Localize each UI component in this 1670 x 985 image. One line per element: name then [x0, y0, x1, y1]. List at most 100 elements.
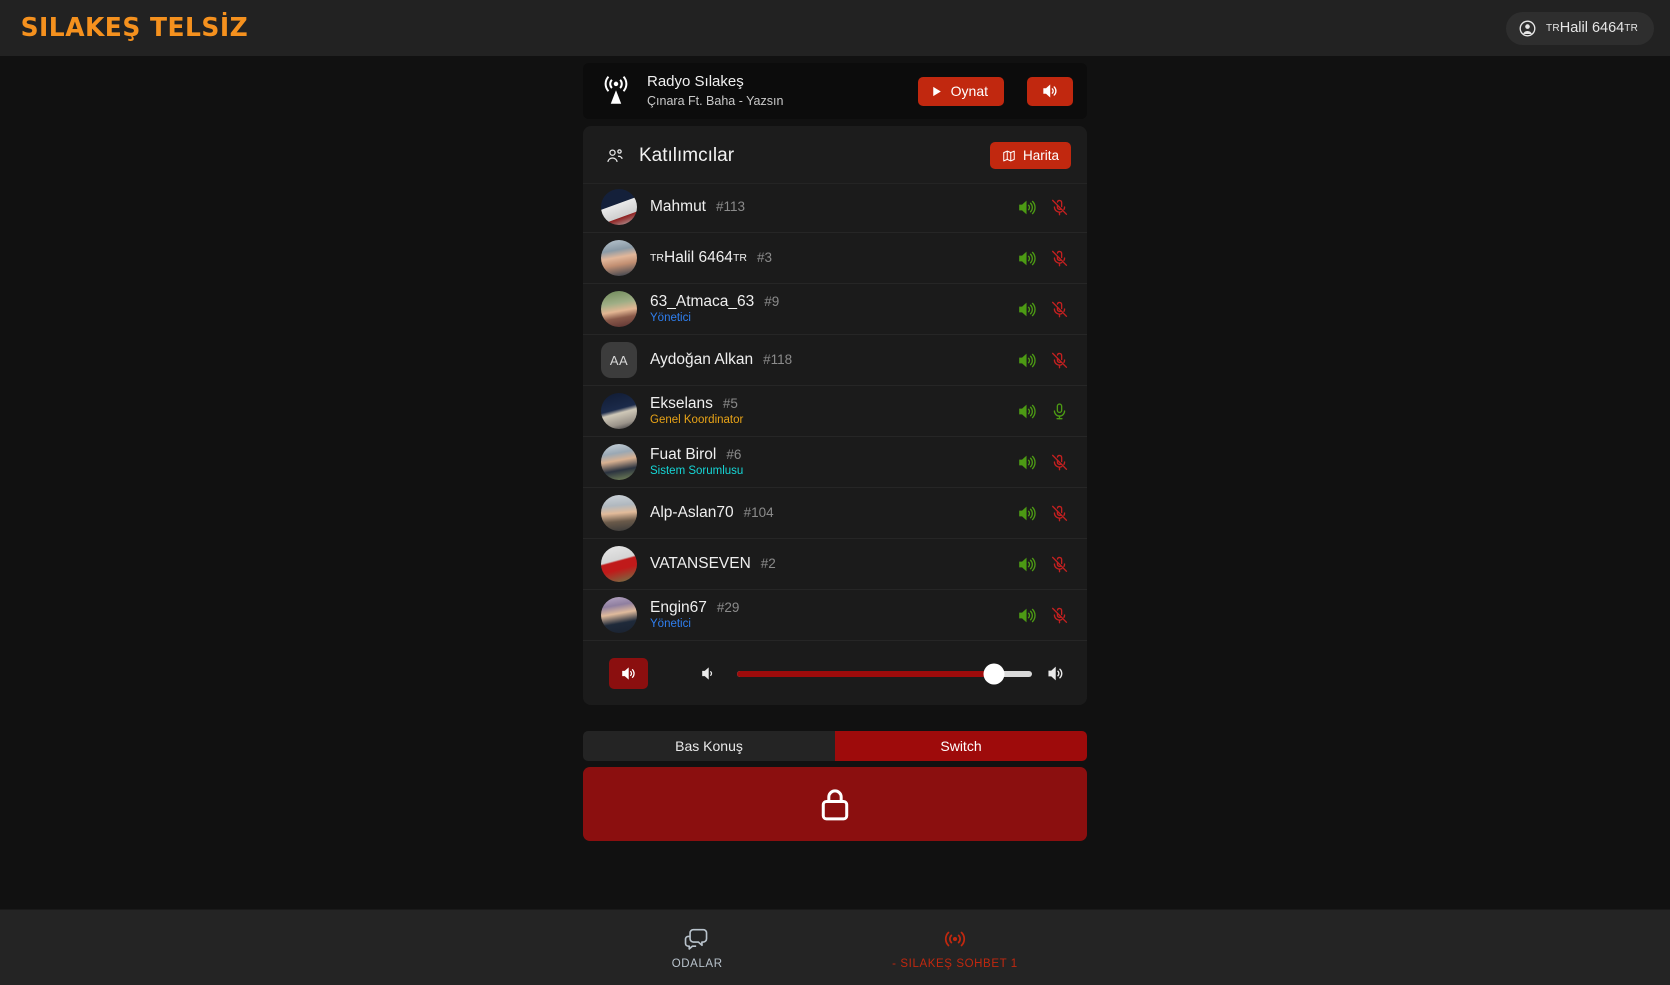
speaker-on-icon[interactable] — [1017, 504, 1036, 523]
participant-name-line: Alp-Aslan70 #104 — [650, 504, 1004, 522]
page-body: Radyo Sılakeş Çınara Ft. Baha - Yazsın O… — [0, 56, 1670, 909]
participant-row[interactable]: Mahmut #113 — [583, 184, 1087, 233]
speaker-on-icon[interactable] — [1017, 351, 1036, 370]
speaker-on-icon[interactable] — [1017, 249, 1036, 268]
participant-name-line: VATANSEVEN #2 — [650, 555, 1004, 573]
participant-tag: #118 — [763, 352, 793, 367]
user-account-chip[interactable]: TRHalil 6464TR — [1506, 11, 1654, 45]
participant-tag: #113 — [716, 199, 746, 214]
nav-item-sohbet-label: - SILAKEŞ SOHBET 1 — [892, 957, 1018, 970]
participant-row[interactable]: 63_Atmaca_63 #9 Yönetici — [583, 284, 1087, 335]
mic-muted-icon[interactable] — [1050, 351, 1069, 370]
participant-info: 63_Atmaca_63 #9 Yönetici — [650, 293, 1004, 326]
avatar — [601, 393, 637, 429]
nav-item-odalar-label: ODALAR — [671, 957, 723, 970]
participant-role: Yönetici — [650, 311, 691, 324]
participant-name: Aydoğan Alkan — [650, 351, 754, 368]
participant-controls — [1017, 198, 1069, 217]
mic-muted-icon[interactable] — [1050, 504, 1069, 523]
user-name-main: Halil 6464 — [1559, 20, 1625, 36]
map-button-label: Harita — [1022, 148, 1059, 163]
chat-bubbles-icon — [684, 928, 708, 950]
ptt-switch-button[interactable]: Switch — [835, 731, 1087, 761]
participants-list[interactable]: Mahmut #113 TRHalil 6464TR #3 63_Atmaca_63 #9… — [583, 183, 1087, 641]
mic-muted-icon[interactable] — [1050, 198, 1069, 217]
speaker-on-icon[interactable] — [1017, 453, 1036, 472]
ptt-locked-button[interactable] — [583, 767, 1087, 841]
participant-controls — [1017, 504, 1069, 523]
participant-row[interactable]: VATANSEVEN #2 — [583, 539, 1087, 590]
radio-now-playing: Çınara Ft. Baha - Yazsın — [647, 93, 784, 108]
participant-tag: #3 — [756, 250, 772, 265]
mute-toggle-button[interactable] — [609, 658, 648, 689]
radio-title: Radyo Sılakeş — [647, 73, 744, 90]
participant-row[interactable]: Fuat Birol #6 Sistem Sorumlusu — [583, 437, 1087, 488]
play-button-label: Oynat — [950, 83, 988, 99]
participant-row[interactable]: Alp-Aslan70 #104 — [583, 488, 1087, 539]
speaker-on-icon[interactable] — [1017, 555, 1036, 574]
user-name-prefix: TR — [1546, 23, 1560, 34]
radio-speaker-button[interactable] — [1027, 76, 1073, 106]
participant-controls — [1017, 249, 1069, 268]
participant-role: Sistem Sorumlusu — [650, 464, 744, 477]
participant-name-line: TRHalil 6464TR #3 — [650, 249, 1004, 267]
participant-name: Fuat Birol — [650, 445, 717, 463]
play-icon — [932, 86, 941, 96]
participant-name: Ekselans — [650, 394, 713, 412]
avatar: AA — [601, 342, 637, 378]
participant-row[interactable]: TRHalil 6464TR #3 — [583, 233, 1087, 284]
user-circle-icon — [1519, 20, 1536, 36]
radio-meta: Radyo Sılakeş Çınara Ft. Baha - Yazsın — [647, 73, 904, 109]
participant-info: Aydoğan Alkan #118 — [650, 351, 1004, 369]
volume-high-icon — [622, 667, 635, 680]
participant-info: TRHalil 6464TR #3 — [650, 249, 1004, 267]
volume-slider-fill — [737, 670, 994, 677]
participant-name: Engin67 — [650, 598, 707, 616]
participant-role: Genel Koordinator — [650, 413, 744, 426]
speaker-on-icon[interactable] — [1017, 402, 1036, 421]
avatar — [601, 189, 637, 225]
participants-card: Katılımcılar Harita Mahmut #113 TRHalil 64… — [583, 126, 1087, 705]
broadcast-tower-icon — [604, 76, 628, 104]
ptt-push-to-talk-button[interactable]: Bas Konuş — [583, 731, 835, 761]
avatar — [601, 546, 637, 582]
participant-tag: #104 — [743, 505, 774, 520]
participant-row[interactable]: AA Aydoğan Alkan #118 — [583, 335, 1087, 386]
bottom-navigation: ODALAR - SILAKEŞ SOHBET 1 — [0, 909, 1670, 985]
participant-row[interactable]: Ekselans #5 Genel Koordinator — [583, 386, 1087, 437]
map-button[interactable]: Harita — [989, 142, 1071, 169]
mic-muted-icon[interactable] — [1050, 300, 1069, 319]
participant-info: Engin67 #29 Yönetici — [650, 599, 1004, 632]
speaker-on-icon[interactable] — [1017, 606, 1036, 625]
broadcast-icon — [944, 931, 966, 946]
avatar — [601, 291, 637, 327]
participant-tag: #9 — [764, 293, 780, 309]
participant-name: Alp-Aslan70 — [650, 504, 734, 521]
mic-muted-icon[interactable] — [1050, 555, 1069, 574]
mic-muted-icon[interactable] — [1050, 249, 1069, 268]
mic-muted-icon[interactable] — [1050, 453, 1069, 472]
participant-controls — [1017, 606, 1069, 625]
speaker-on-icon[interactable] — [1017, 300, 1036, 319]
mic-muted-icon[interactable] — [1050, 606, 1069, 625]
participant-tag: #29 — [716, 599, 740, 615]
participant-info: Alp-Aslan70 #104 — [650, 504, 1004, 522]
participants-header: Katılımcılar Harita — [583, 126, 1087, 183]
volume-slider[interactable] — [737, 663, 1032, 684]
participant-row[interactable]: Engin67 #29 Yönetici — [583, 590, 1087, 641]
avatar — [601, 240, 637, 276]
avatar — [601, 444, 637, 480]
participant-info: Fuat Birol #6 Sistem Sorumlusu — [650, 446, 1004, 479]
participant-controls — [1017, 300, 1069, 319]
mic-on-icon[interactable] — [1050, 402, 1069, 421]
nav-item-sohbet[interactable]: - SILAKEŞ SOHBET 1 — [892, 926, 1018, 970]
user-name: TRHalil 6464TR — [1546, 20, 1638, 36]
speaker-on-icon[interactable] — [1017, 198, 1036, 217]
participant-tag: #2 — [760, 556, 776, 571]
volume-slider-knob[interactable] — [983, 663, 1005, 684]
nav-item-odalar[interactable]: ODALAR — [652, 926, 742, 970]
participant-name: TRHalil 6464TR — [650, 249, 747, 266]
play-button[interactable]: Oynat — [917, 76, 1004, 106]
participant-info: Mahmut #113 — [650, 198, 1004, 216]
participant-info: VATANSEVEN #2 — [650, 555, 1004, 573]
